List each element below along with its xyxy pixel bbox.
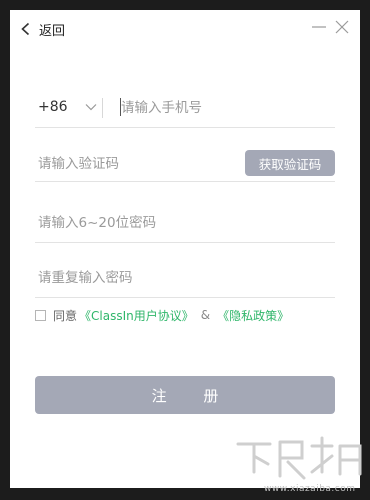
verification-code-input[interactable]	[38, 150, 238, 178]
password-input[interactable]	[38, 209, 318, 237]
country-code[interactable]: +86	[38, 99, 68, 115]
get-code-button[interactable]: 获取验证码	[245, 150, 335, 176]
register-window: 返回 +86 获取验证码 同意 《ClassIn用户协议》 & 《隐私政策》	[10, 10, 360, 488]
ampersand: &	[200, 308, 211, 322]
watermark-url: www.xiazaiba.com	[264, 484, 356, 494]
chevron-left-icon	[21, 22, 30, 36]
register-button[interactable]: 注 册	[35, 376, 335, 414]
agreement-row: 同意 《ClassIn用户协议》 & 《隐私政策》	[35, 306, 289, 324]
close-icon[interactable]	[333, 18, 351, 36]
phone-row: +86	[35, 88, 335, 128]
minimize-icon[interactable]	[310, 18, 328, 36]
code-row: 获取验证码	[35, 144, 335, 182]
confirm-password-input[interactable]	[38, 264, 318, 292]
back-button[interactable]: 返回	[19, 18, 65, 40]
phone-input[interactable]	[121, 94, 331, 122]
privacy-policy-link[interactable]: 《隐私政策》	[217, 307, 289, 324]
confirm-password-row	[35, 258, 335, 298]
chevron-down-icon[interactable]	[84, 100, 98, 114]
agree-label: 同意	[53, 308, 78, 323]
divider	[102, 98, 103, 118]
agree-checkbox[interactable]	[35, 309, 46, 321]
user-agreement-link[interactable]: 《ClassIn用户协议》	[79, 307, 194, 324]
back-label: 返回	[39, 23, 66, 39]
title-bar: 返回	[10, 10, 360, 48]
password-row	[35, 203, 335, 243]
